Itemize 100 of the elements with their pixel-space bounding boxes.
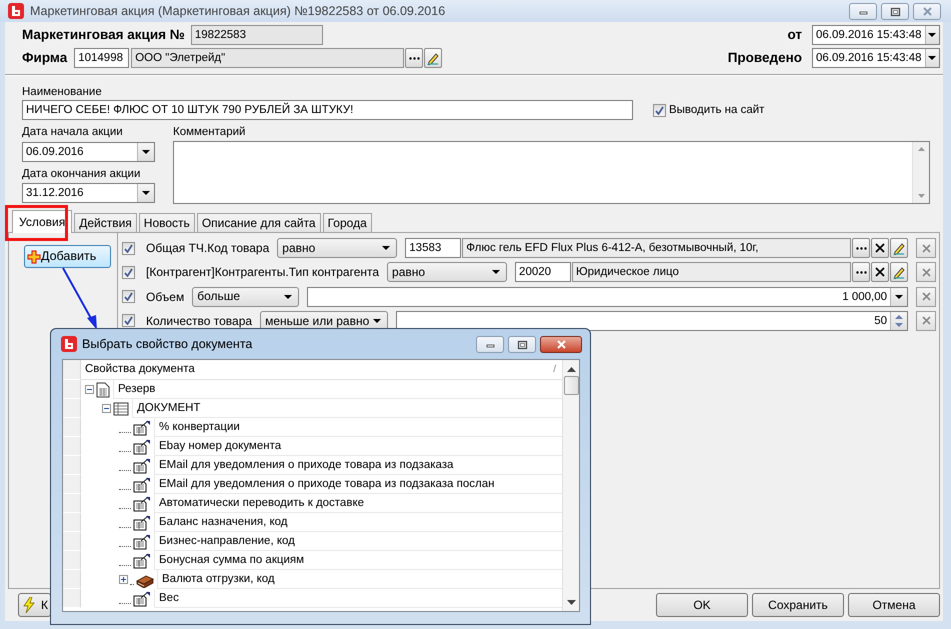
checkbox[interactable] bbox=[122, 266, 135, 279]
firm-label: Фирма bbox=[22, 50, 68, 66]
tab[interactable]: Описание для сайта bbox=[196, 213, 321, 232]
scrollbar[interactable] bbox=[562, 360, 579, 611]
clear-button[interactable] bbox=[871, 238, 889, 258]
close-icon bbox=[922, 268, 930, 277]
check-icon bbox=[655, 106, 664, 114]
tree-item[interactable]: Автоматически переводить к доставке bbox=[154, 494, 562, 513]
tree-item[interactable]: Бонусная сумма по акциям bbox=[154, 551, 562, 570]
tree-item[interactable]: Бизнес-направление, код bbox=[154, 532, 562, 551]
caret-icon bbox=[928, 56, 936, 60]
browse-button[interactable] bbox=[405, 48, 424, 68]
firm-name-field[interactable]: ООО "Элетрейд" bbox=[131, 48, 404, 68]
check-icon bbox=[124, 268, 133, 277]
edit-button[interactable] bbox=[890, 262, 908, 282]
caret-icon bbox=[373, 318, 382, 323]
dropdown-button[interactable] bbox=[924, 49, 939, 67]
dropdown-button[interactable] bbox=[137, 184, 154, 202]
operator-dropdown[interactable]: равно bbox=[277, 238, 398, 258]
tree-item[interactable]: Баланс назначения, код bbox=[154, 513, 562, 532]
operator-dropdown[interactable]: больше bbox=[192, 286, 300, 307]
tab[interactable]: Новость bbox=[138, 213, 195, 232]
browse-button[interactable] bbox=[852, 262, 870, 282]
maximize-icon bbox=[516, 338, 528, 350]
spin-button[interactable] bbox=[890, 312, 907, 330]
date-field[interactable]: 31.12.2016 bbox=[22, 183, 155, 203]
window-title: Маркетинговая акция (Маркетинговая акция) №19822583 от 06.09.2016 bbox=[30, 4, 446, 18]
tab[interactable]: Действия bbox=[74, 213, 137, 232]
name-field[interactable]: НИЧЕГО СЕБЕ! ФЛЮС ОТ 10 ШТУК 790 РУБЛЕЙ ЗА ШТУКУ! bbox=[22, 100, 633, 120]
action-button[interactable]: К bbox=[18, 593, 51, 617]
tree-item[interactable]: Вес bbox=[154, 589, 562, 608]
tree-item[interactable]: EMail для уведомления о приходе товара из подзаказа послан bbox=[154, 475, 562, 494]
field-label: Дата окончания акции bbox=[22, 167, 142, 181]
tree-item[interactable]: EMail для уведомления о приходе товара из подзаказа bbox=[154, 456, 562, 475]
number-field[interactable]: 50 bbox=[396, 310, 908, 331]
field-label: Наименование bbox=[22, 85, 103, 99]
column-title: Свойства документа bbox=[85, 362, 195, 376]
checkbox[interactable] bbox=[653, 104, 666, 116]
maximize-button[interactable] bbox=[881, 2, 909, 20]
tree-item[interactable]: % конвертации bbox=[154, 418, 562, 437]
dropdown-button[interactable] bbox=[890, 288, 907, 306]
maximize-button[interactable] bbox=[508, 336, 536, 352]
remove-button[interactable] bbox=[916, 262, 936, 282]
date-field[interactable]: 06.09.2016 15:43:48 bbox=[812, 25, 940, 45]
dialog-button[interactable]: Отмена bbox=[848, 593, 940, 617]
close-icon bbox=[922, 316, 930, 326]
property-icon bbox=[133, 420, 151, 436]
scroll-thumb[interactable] bbox=[564, 376, 578, 395]
minimize-button[interactable] bbox=[849, 2, 877, 20]
tab[interactable]: Условия bbox=[12, 210, 72, 233]
dialog-button[interactable]: Сохранить bbox=[752, 593, 844, 617]
firm-code-field[interactable]: 1014998 bbox=[74, 48, 130, 68]
code-field[interactable]: 20020 bbox=[515, 262, 572, 282]
checkbox[interactable] bbox=[122, 290, 135, 304]
checkbox-label: Выводить на сайт bbox=[669, 103, 764, 117]
date-field[interactable]: 06.09.2016 15:43:48 bbox=[812, 48, 940, 68]
row-header bbox=[63, 437, 81, 456]
caret-icon bbox=[928, 33, 936, 37]
close-button[interactable] bbox=[540, 336, 582, 352]
maximize-icon bbox=[888, 6, 902, 16]
field-label: Дата начала акции bbox=[22, 125, 124, 139]
column-header[interactable]: Свойства документа / bbox=[81, 360, 562, 380]
tab[interactable]: Города bbox=[322, 213, 372, 232]
remove-button[interactable] bbox=[916, 310, 936, 331]
code-field[interactable]: 13583 bbox=[405, 238, 462, 258]
caret-icon bbox=[895, 294, 903, 299]
check-icon bbox=[124, 244, 133, 252]
scrollbar[interactable] bbox=[912, 142, 929, 203]
operator-dropdown[interactable]: равно bbox=[387, 262, 508, 282]
scroll-down-icon bbox=[918, 194, 924, 198]
expand-toggle[interactable] bbox=[119, 575, 128, 584]
remove-button[interactable] bbox=[916, 238, 936, 258]
minimize-button[interactable] bbox=[476, 336, 504, 352]
property-icon bbox=[133, 590, 151, 606]
clear-button[interactable] bbox=[871, 262, 889, 282]
remove-button[interactable] bbox=[916, 286, 936, 307]
tree-item[interactable]: Валюта отгрузки, код bbox=[157, 570, 562, 589]
collapse-toggle[interactable] bbox=[85, 385, 94, 394]
tree-item[interactable]: Резерв bbox=[113, 380, 562, 399]
add-button[interactable]: Добавить bbox=[24, 245, 111, 268]
edit-button[interactable] bbox=[890, 238, 908, 258]
operator-dropdown[interactable]: меньше или равно bbox=[260, 310, 388, 331]
edit-button[interactable] bbox=[424, 48, 442, 68]
checkbox[interactable] bbox=[122, 242, 135, 254]
value-field[interactable]: Юридическое лицо bbox=[572, 262, 851, 282]
tree-item[interactable]: Ebay номер документа bbox=[154, 437, 562, 456]
date-field[interactable]: 06.09.2016 bbox=[22, 142, 155, 162]
dropdown-button[interactable] bbox=[924, 26, 939, 44]
dialog-button[interactable]: OK bbox=[656, 593, 748, 617]
minus-icon bbox=[103, 405, 110, 412]
value-field[interactable]: Флюс гель EFD Flux Plus 6-412-A, безотмывочный, 10г, bbox=[462, 238, 851, 258]
ellipsis-icon bbox=[856, 270, 866, 274]
browse-button[interactable] bbox=[852, 238, 870, 258]
pencil-icon bbox=[427, 52, 440, 64]
dropdown-button[interactable] bbox=[137, 143, 154, 161]
checkbox[interactable] bbox=[122, 314, 135, 328]
number-field[interactable]: 1 000,00 bbox=[307, 286, 908, 307]
tree-item[interactable]: ДОКУМЕНТ bbox=[132, 399, 562, 418]
comment-field[interactable] bbox=[173, 141, 930, 204]
collapse-toggle[interactable] bbox=[102, 404, 111, 413]
